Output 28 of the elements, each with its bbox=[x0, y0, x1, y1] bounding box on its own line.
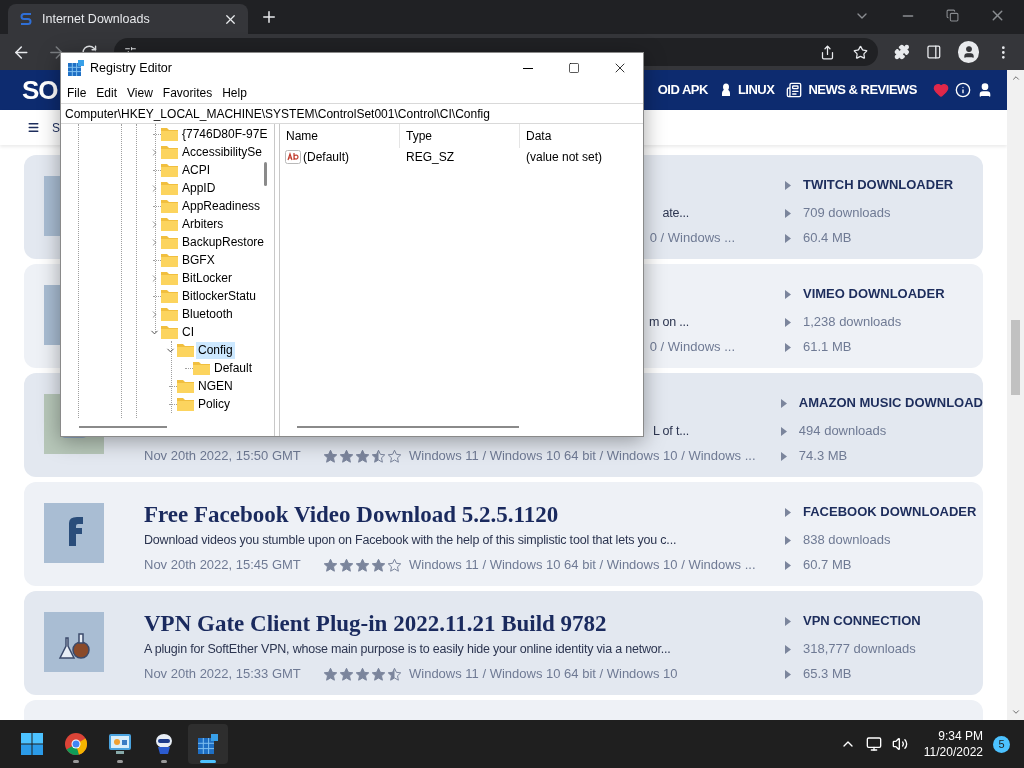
os-list: Windows 11 / Windows 10 64 bit / Windows 10 bbox=[409, 664, 678, 684]
window-title: Registry Editor bbox=[90, 59, 172, 77]
file-size: 60.4 MB bbox=[803, 229, 852, 248]
app-description: ate... bbox=[662, 204, 689, 222]
file-size: 65.3 MB bbox=[803, 665, 852, 684]
os-list: Windows 11 / Windows 10 64 bit / Windows 10 / Windows ... bbox=[409, 446, 756, 466]
release-date: Nov 20th 2022, 15:50 GMT bbox=[144, 447, 302, 466]
download-count: 494 downloads bbox=[798, 422, 887, 441]
release-date: Nov 20th 2022, 15:45 GMT bbox=[144, 556, 302, 575]
tab-title: Internet Downloads bbox=[42, 10, 150, 28]
file-size: 74.3 MB bbox=[798, 447, 848, 466]
download-count: 838 downloads bbox=[803, 531, 891, 550]
file-size: 61.1 MB bbox=[803, 338, 852, 357]
value-name: (Default) bbox=[303, 149, 349, 166]
release-date: Nov 20th 2022, 15:33 GMT bbox=[144, 665, 302, 684]
app-description: A plugin for SoftEther VPN, whose main purpose is to easily hide your online identity via a networ... bbox=[144, 640, 671, 658]
app-description: m on ... bbox=[648, 313, 689, 331]
download-count: 709 downloads bbox=[803, 204, 891, 223]
file-size: 60.7 MB bbox=[803, 556, 852, 575]
os-list: 0 / Windows ... bbox=[649, 228, 735, 248]
os-list: Windows 11 / Windows 10 64 bit / Windows 10 / Windows ... bbox=[409, 555, 756, 575]
app-description: L of t... bbox=[653, 422, 689, 440]
app-description: Download videos you stumble upon on Facebook with the help of this simplistic tool that lets you c... bbox=[144, 531, 677, 549]
value-type: REG_SZ bbox=[405, 149, 455, 166]
os-list: 0 / Windows ... bbox=[649, 337, 735, 357]
download-count: 1,238 downloads bbox=[803, 313, 902, 332]
value-data: (value not set) bbox=[525, 149, 603, 166]
download-count: 318,777 downloads bbox=[803, 640, 916, 659]
